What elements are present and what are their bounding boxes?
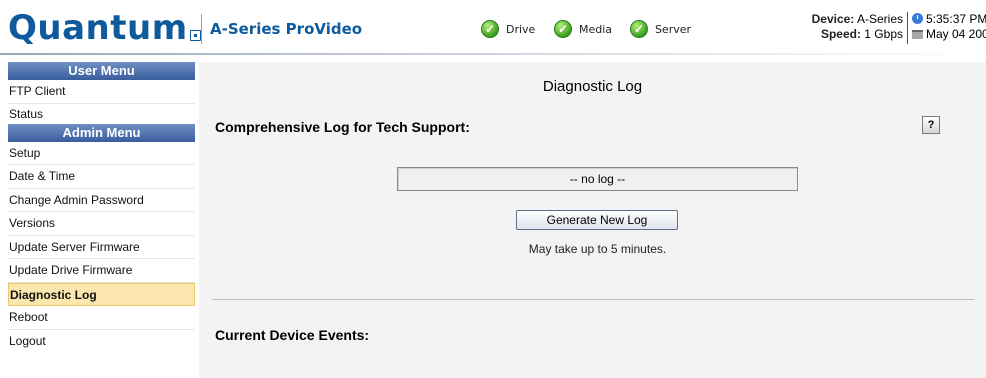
status-label-server: Server <box>655 22 692 36</box>
speed-value: 1 Gbps <box>864 27 903 41</box>
calendar-icon <box>912 30 923 39</box>
duration-note: May take up to 5 minutes. <box>528 242 667 256</box>
clock: 5:35:37 PM May 04 200 <box>912 12 986 42</box>
status-label-drive: Drive <box>506 22 536 36</box>
current-device-events-label: Current Device Events: <box>215 327 370 343</box>
sidebar-item-ftp-client[interactable]: FTP Client <box>8 80 195 104</box>
sidebar-item-update-drive-firmware[interactable]: Update Drive Firmware <box>8 259 195 283</box>
check-circle-icon: ✓ <box>554 20 572 38</box>
date-value: May 04 200 <box>926 27 986 41</box>
sidebar-item-update-server-firmware[interactable]: Update Server Firmware <box>8 236 195 259</box>
comprehensive-log-label: Comprehensive Log for Tech Support: <box>215 119 470 135</box>
time-value: 5:35:37 PM <box>926 12 986 26</box>
status-label-media: Media <box>579 22 613 36</box>
sidebar-item-status[interactable]: Status <box>8 104 195 124</box>
info-divider <box>907 12 908 44</box>
sidebar-item-logout[interactable]: Logout <box>8 330 195 354</box>
device-info: Device: A-Series Speed: 1 Gbps <box>793 12 903 42</box>
device-label: Device: <box>811 12 855 26</box>
help-button[interactable]: ? <box>922 116 940 134</box>
logo-divider <box>201 14 202 44</box>
log-display-field: -- no log -- <box>397 167 798 191</box>
product-name: A-Series ProVideo <box>210 20 363 38</box>
check-circle-icon: ✓ <box>630 20 648 38</box>
sidebar-item-change-admin-password[interactable]: Change Admin Password <box>8 189 195 212</box>
sidebar-item-versions[interactable]: Versions <box>8 212 195 236</box>
sidebar: User Menu FTP Client Status Admin Menu S… <box>8 62 195 378</box>
sidebar-item-reboot[interactable]: Reboot <box>8 306 195 330</box>
clock-icon <box>912 13 923 24</box>
logo-mark-icon <box>189 30 201 41</box>
status-drive: ✓ Drive <box>481 20 535 38</box>
page-title: Diagnostic Log <box>542 78 643 95</box>
header-underline <box>0 53 986 55</box>
sidebar-item-diagnostic-log[interactable]: Diagnostic Log <box>8 282 195 306</box>
device-value: A-Series <box>856 12 903 26</box>
user-menu-header: User Menu <box>8 62 195 80</box>
check-circle-icon: ✓ <box>481 20 499 38</box>
speed-label: Speed: <box>820 27 861 41</box>
status-server: ✓ Server <box>630 20 691 38</box>
admin-menu-header: Admin Menu <box>8 123 195 142</box>
section-divider <box>212 299 974 300</box>
status-media: ✓ Media <box>554 20 612 38</box>
generate-new-log-button[interactable]: Generate New Log <box>516 210 678 230</box>
sidebar-item-date-time[interactable]: Date & Time <box>8 165 195 189</box>
header: Quantum A-Series ProVideo ✓ Drive ✓ Medi… <box>0 0 986 55</box>
sidebar-item-setup[interactable]: Setup <box>8 142 195 165</box>
main-content: Diagnostic Log Comprehensive Log for Tec… <box>199 62 986 378</box>
quantum-logo: Quantum <box>8 8 201 48</box>
